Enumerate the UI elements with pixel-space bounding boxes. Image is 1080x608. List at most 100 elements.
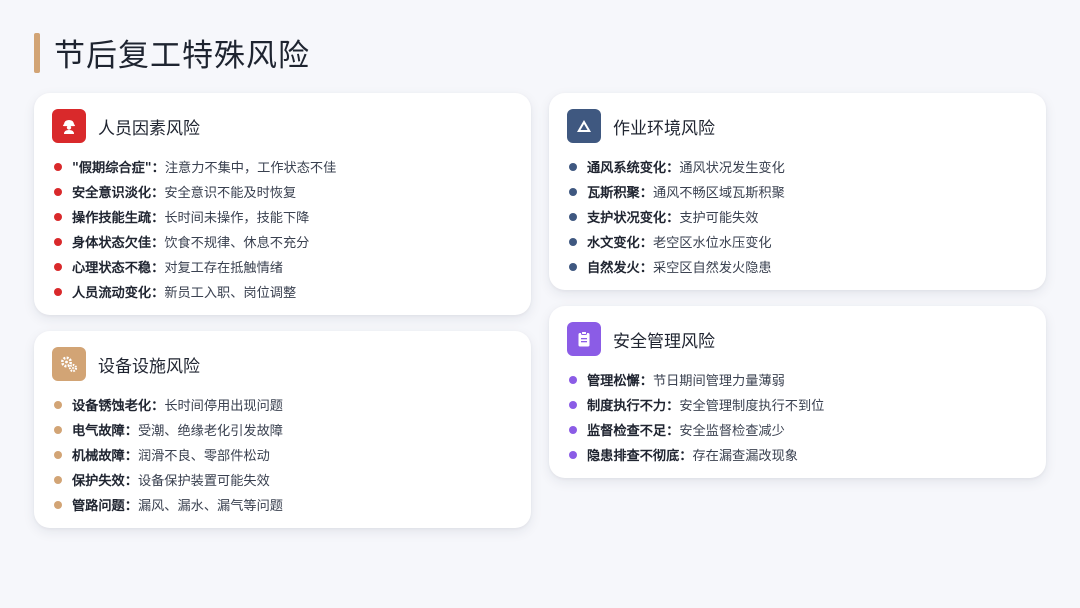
- list-item: 人员流动变化： 新员工入职、岗位调整: [52, 279, 513, 304]
- item-desc: 通风不畅区域瓦斯积聚: [652, 186, 785, 201]
- list-item: 通风系统变化： 通风状况发生变化: [567, 154, 1028, 179]
- item-term: 自然发火：: [587, 261, 653, 276]
- bullet-dot: [54, 287, 62, 296]
- worker-icon: [52, 109, 86, 143]
- item-desc: 漏风、漏水、漏气等问题: [137, 499, 283, 514]
- card-header: 人员因素风险: [52, 109, 513, 143]
- bullet-dot: [54, 475, 62, 484]
- item-desc: 老空区水位水压变化: [652, 236, 772, 251]
- item-desc: 安全监督检查减少: [679, 424, 785, 439]
- bullet-dot: [569, 237, 577, 246]
- list-item: 心理状态不稳： 对复工存在抵触情绪: [52, 254, 513, 279]
- item-term: 机械故障：: [72, 449, 138, 464]
- item-desc: 对复工存在抵触情绪: [164, 261, 283, 276]
- risk-list: "假期综合症"： 注意力不集中，工作状态不佳 安全意识淡化： 安全意识不能及时恢复 …: [52, 154, 513, 304]
- list-item: 保护失效： 设备保护装置可能失效: [52, 467, 513, 492]
- item-desc: 设备保护装置可能失效: [137, 474, 270, 489]
- card-equipment-risk: 设备设施风险 设备锈蚀老化： 长时间停用出现问题 电气故障： 受潮、绝缘老化引发故障…: [34, 331, 531, 528]
- item-term: "假期综合症"：: [72, 161, 165, 176]
- card-title: 设备设施风险: [98, 356, 200, 377]
- bullet-dot: [54, 237, 62, 246]
- card-management-risk: 安全管理风险 管理松懈： 节日期间管理力量薄弱 制度执行不力： 安全管理制度执行不到…: [549, 306, 1046, 478]
- item-term: 心理状态不稳：: [72, 261, 165, 276]
- item-term: 制度执行不力：: [587, 399, 680, 414]
- bullet-dot: [569, 187, 577, 196]
- card-header: 设备设施风险: [52, 347, 513, 381]
- item-term: 水文变化：: [587, 236, 653, 251]
- bullet-dot: [54, 162, 62, 171]
- bullet-dot: [54, 450, 62, 459]
- bullet-dot: [569, 262, 577, 271]
- bullet-dot: [54, 212, 62, 221]
- bullet-dot: [54, 425, 62, 434]
- item-term: 隐患排查不彻底：: [587, 449, 693, 464]
- item-desc: 采空区自然发火隐患: [652, 261, 772, 276]
- item-desc: 饮食不规律、休息不充分: [164, 236, 310, 251]
- list-item: 瓦斯积聚： 通风不畅区域瓦斯积聚: [567, 179, 1028, 204]
- item-term: 安全意识淡化：: [72, 186, 165, 201]
- mountain-icon: [567, 109, 601, 143]
- item-term: 人员流动变化：: [72, 286, 165, 301]
- item-desc: 受潮、绝缘老化引发故障: [137, 424, 283, 439]
- item-term: 保护失效：: [72, 474, 138, 489]
- item-term: 支护状况变化：: [587, 211, 680, 226]
- card-title: 人员因素风险: [98, 118, 200, 139]
- list-item: 水文变化： 老空区水位水压变化: [567, 229, 1028, 254]
- list-item: 管理松懈： 节日期间管理力量薄弱: [567, 367, 1028, 392]
- gears-icon: [52, 347, 86, 381]
- list-item: 机械故障： 润滑不良、零部件松动: [52, 442, 513, 467]
- card-title: 作业环境风险: [613, 118, 715, 139]
- item-term: 通风系统变化：: [587, 161, 680, 176]
- item-term: 监督检查不足：: [587, 424, 680, 439]
- card-header: 安全管理风险: [567, 322, 1028, 356]
- bullet-dot: [569, 450, 577, 459]
- bullet-dot: [569, 425, 577, 434]
- list-item: 自然发火： 采空区自然发火隐患: [567, 254, 1028, 279]
- item-desc: 安全意识不能及时恢复: [164, 186, 297, 201]
- title-accent-bar: [34, 33, 40, 73]
- list-item: 管路问题： 漏风、漏水、漏气等问题: [52, 492, 513, 517]
- risk-list: 管理松懈： 节日期间管理力量薄弱 制度执行不力： 安全管理制度执行不到位 监督检查不…: [567, 367, 1028, 467]
- card-environment-risk: 作业环境风险 通风系统变化： 通风状况发生变化 瓦斯积聚： 通风不畅区域瓦斯积聚 支…: [549, 93, 1046, 290]
- bullet-dot: [569, 212, 577, 221]
- clipboard-icon: [567, 322, 601, 356]
- bullet-dot: [54, 262, 62, 271]
- item-term: 设备锈蚀老化：: [72, 399, 165, 414]
- bullet-dot: [54, 500, 62, 509]
- item-term: 电气故障：: [72, 424, 138, 439]
- list-item: 隐患排查不彻底： 存在漏查漏改现象: [567, 442, 1028, 467]
- item-term: 操作技能生疏：: [72, 211, 165, 226]
- item-desc: 新员工入职、岗位调整: [164, 286, 297, 301]
- list-item: 电气故障： 受潮、绝缘老化引发故障: [52, 417, 513, 442]
- bullet-dot: [569, 400, 577, 409]
- list-item: 支护状况变化： 支护可能失效: [567, 204, 1028, 229]
- risk-list: 通风系统变化： 通风状况发生变化 瓦斯积聚： 通风不畅区域瓦斯积聚 支护状况变化：支…: [567, 154, 1028, 279]
- bullet-dot: [569, 162, 577, 171]
- list-item: 操作技能生疏： 长时间未操作，技能下降: [52, 204, 513, 229]
- list-item: 身体状态欠佳： 饮食不规律、休息不充分: [52, 229, 513, 254]
- list-item: 制度执行不力： 安全管理制度执行不到位: [567, 392, 1028, 417]
- page-title: 节后复工特殊风险: [54, 38, 310, 74]
- item-desc: 长时间未操作，技能下降: [164, 211, 310, 226]
- list-item: 安全意识淡化： 安全意识不能及时恢复: [52, 179, 513, 204]
- item-desc: 通风状况发生变化: [679, 161, 785, 176]
- list-item: "假期综合症"： 注意力不集中，工作状态不佳: [52, 154, 513, 179]
- bullet-dot: [54, 187, 62, 196]
- item-term: 管路问题：: [72, 499, 138, 514]
- card-title: 安全管理风险: [613, 331, 715, 352]
- card-people-risk: 人员因素风险 "假期综合症"： 注意力不集中，工作状态不佳 安全意识淡化： 安全意识…: [34, 93, 531, 315]
- item-desc: 节日期间管理力量薄弱: [652, 374, 785, 389]
- bullet-dot: [569, 375, 577, 384]
- item-term: 瓦斯积聚：: [587, 186, 653, 201]
- card-header: 作业环境风险: [567, 109, 1028, 143]
- item-desc: 存在漏查漏改现象: [692, 449, 799, 464]
- list-item: 设备锈蚀老化： 长时间停用出现问题: [52, 392, 513, 417]
- bullet-dot: [54, 400, 62, 409]
- risk-list: 设备锈蚀老化： 长时间停用出现问题 电气故障： 受潮、绝缘老化引发故障 机械故障：润…: [52, 392, 513, 517]
- item-desc: 支护可能失效: [679, 211, 759, 226]
- item-desc: 长时间停用出现问题: [164, 399, 283, 414]
- item-desc: 注意力不集中，工作状态不佳: [164, 161, 337, 176]
- item-term: 身体状态欠佳：: [72, 236, 165, 251]
- item-desc: 润滑不良、零部件松动: [137, 449, 270, 464]
- list-item: 监督检查不足： 安全监督检查减少: [567, 417, 1028, 442]
